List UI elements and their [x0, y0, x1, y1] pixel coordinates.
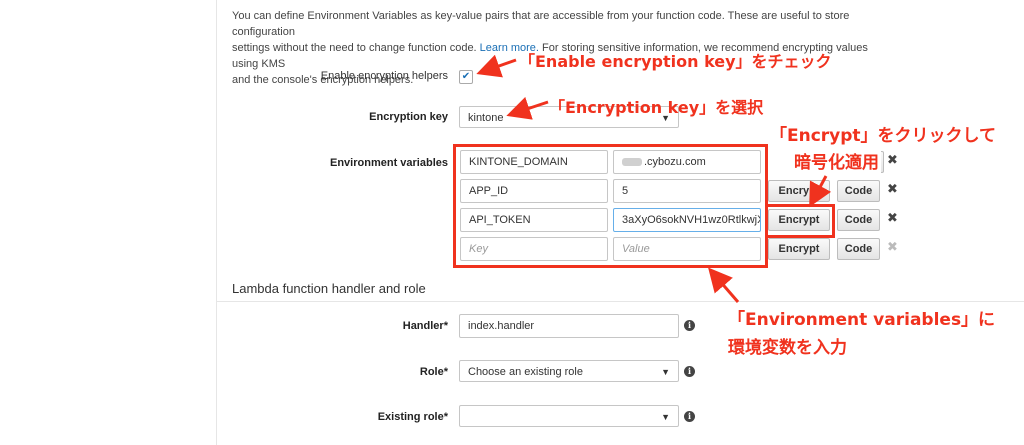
- annotation-env-line2: 環境変数を入力: [728, 338, 847, 358]
- role-label: Role*: [419, 366, 448, 378]
- chevron-down-icon: ▼: [661, 367, 670, 377]
- handler-label: Handler*: [402, 320, 448, 332]
- role-select[interactable]: Choose an existing role ▼: [459, 360, 679, 382]
- code-button[interactable]: Code: [837, 209, 880, 231]
- close-icon[interactable]: ✖: [887, 181, 898, 197]
- info-icon[interactable]: i: [684, 320, 695, 331]
- encryption-key-value: kintone: [468, 112, 504, 124]
- role-value: Choose an existing role: [468, 366, 583, 378]
- close-icon[interactable]: ✖: [887, 152, 898, 168]
- chevron-down-icon: ▼: [661, 412, 670, 422]
- env-variables-label: Environment variables: [330, 157, 448, 169]
- annotation-env-line1: 「Environment variables」に: [728, 310, 996, 330]
- desc-line-1: You can define Environment Variables as …: [232, 10, 850, 38]
- info-icon[interactable]: i: [684, 366, 695, 377]
- annotation-enable-encryption: 「Enable encryption key」をチェック: [519, 52, 832, 71]
- encrypt-button-highlight: [765, 204, 835, 238]
- existing-role-select[interactable]: ▼: [459, 405, 679, 427]
- annotation-encrypt-line1: 「Encrypt」をクリックして: [770, 126, 997, 146]
- env-variables-highlight: [453, 144, 768, 268]
- desc-text: settings without the need to change func…: [232, 42, 480, 54]
- close-icon[interactable]: ✖: [887, 239, 898, 255]
- info-icon[interactable]: i: [684, 411, 695, 422]
- section-divider: [216, 301, 1024, 302]
- handler-section-title: Lambda function handler and role: [232, 281, 426, 296]
- code-button[interactable]: Code: [837, 180, 880, 202]
- code-button[interactable]: Code: [837, 238, 880, 260]
- annotation-encryption-key: 「Encryption key」を選択: [549, 98, 764, 117]
- encryption-key-label: Encryption key: [369, 111, 448, 123]
- encrypt-button[interactable]: Encrypt: [768, 238, 830, 260]
- annotation-encrypt-line2: 暗号化適用: [792, 148, 881, 173]
- handler-input[interactable]: index.handler: [459, 314, 679, 338]
- left-sidebar: [0, 0, 217, 445]
- encryption-helpers-label: Enable encryption helpers: [320, 70, 448, 82]
- close-icon[interactable]: ✖: [887, 210, 898, 226]
- encrypt-button[interactable]: Encrypt: [768, 180, 830, 202]
- existing-role-label: Existing role*: [377, 411, 448, 423]
- encryption-helpers-checkbox[interactable]: ✔: [459, 70, 473, 84]
